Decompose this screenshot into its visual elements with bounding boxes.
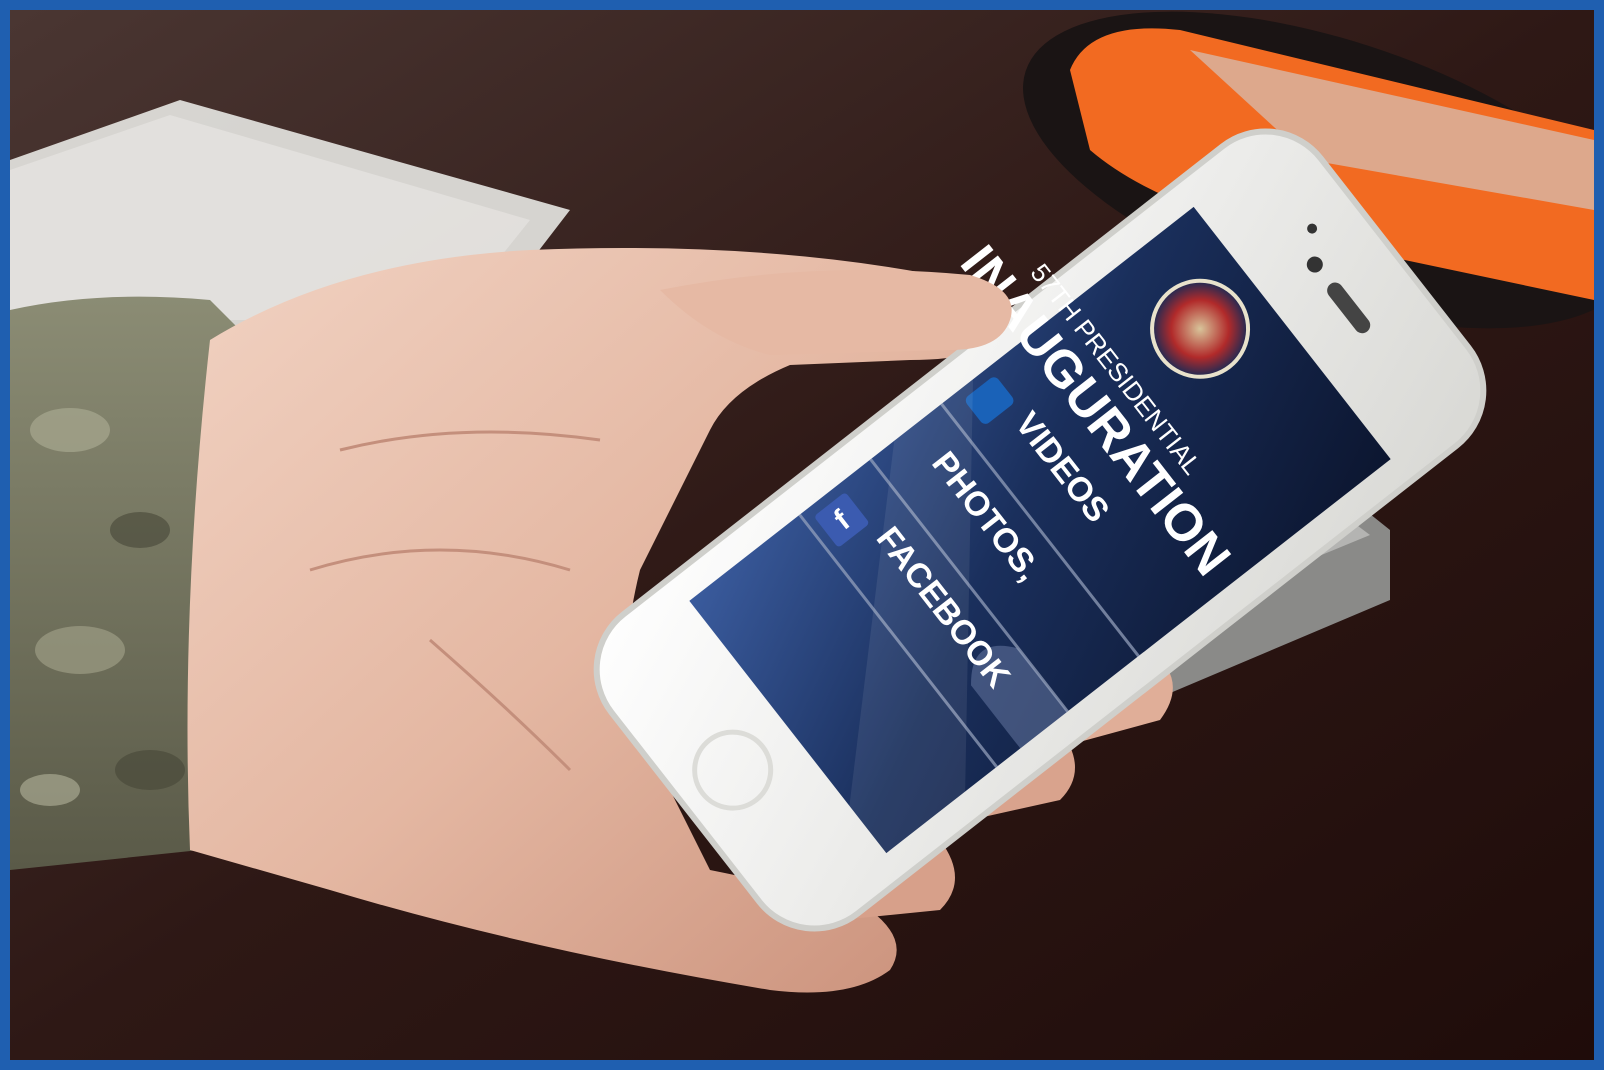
image-border: 57TH PRESIDENTIAL INAUGURATION VIDEOS PH… (0, 0, 1604, 1070)
photo-scene: 57TH PRESIDENTIAL INAUGURATION VIDEOS PH… (10, 10, 1594, 1060)
photo-svg: 57TH PRESIDENTIAL INAUGURATION VIDEOS PH… (10, 10, 1594, 1060)
